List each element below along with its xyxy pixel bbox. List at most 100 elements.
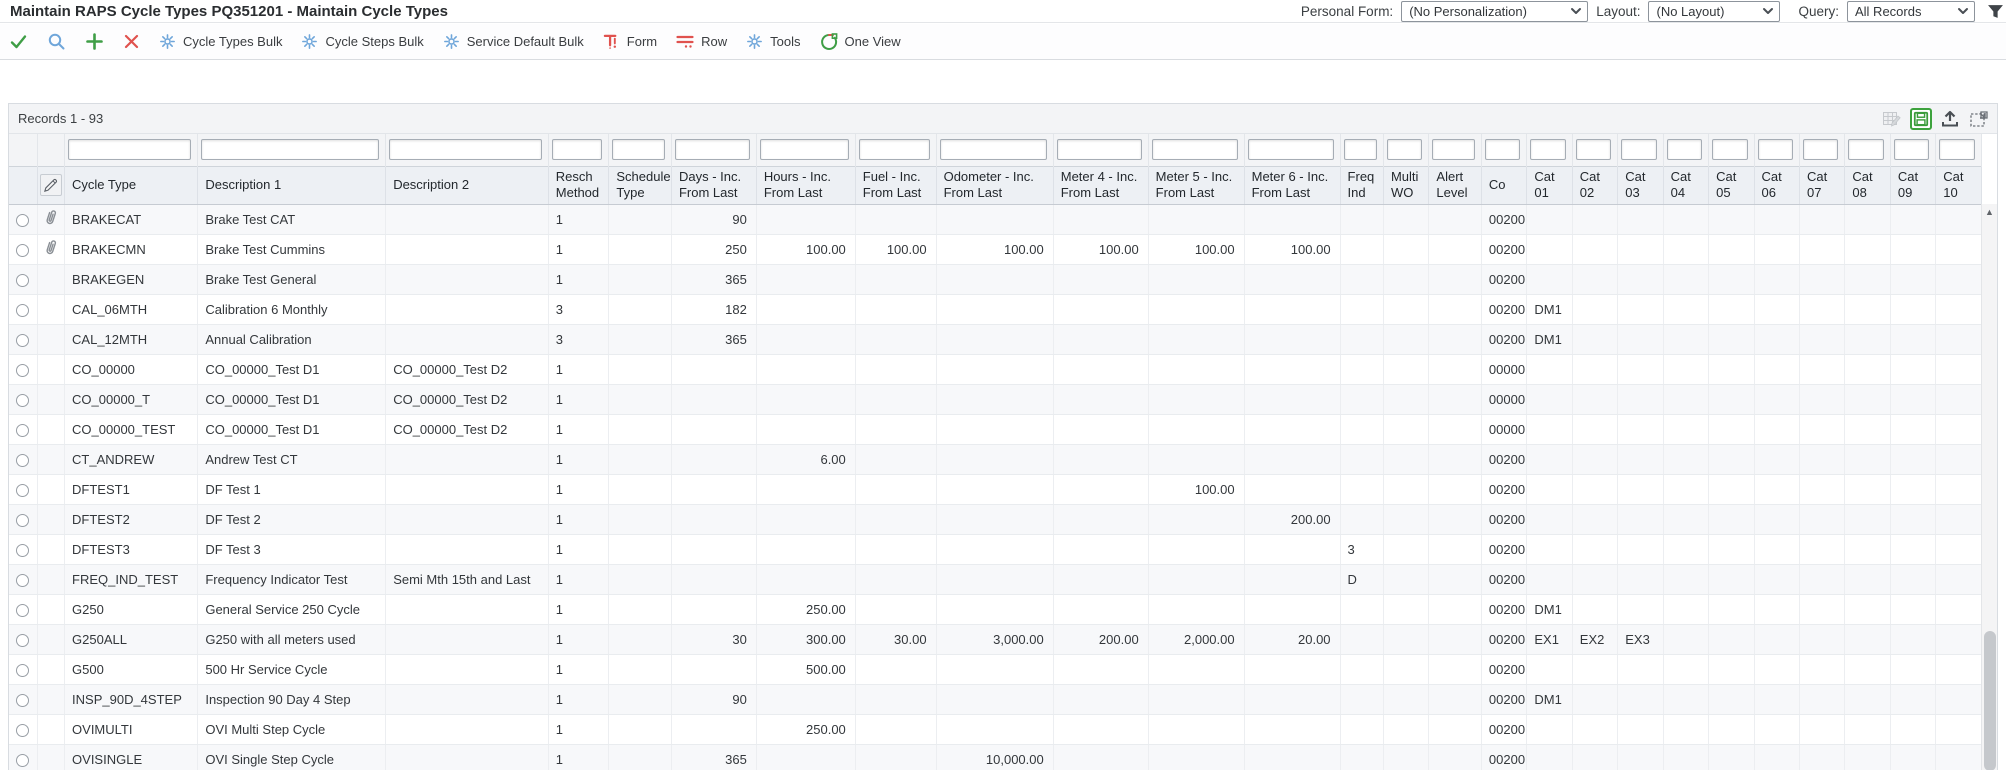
- cell-cat05: [1709, 324, 1754, 354]
- col-header-resch[interactable]: Resch Method: [548, 166, 609, 204]
- one-view-menu-button[interactable]: One View: [820, 33, 901, 51]
- delete-button[interactable]: [123, 33, 140, 50]
- row-select-radio[interactable]: [16, 484, 29, 497]
- ok-button[interactable]: [9, 32, 28, 51]
- col-header-desc2[interactable]: Description 2: [386, 166, 549, 204]
- qbe-filter-hours[interactable]: [760, 139, 849, 160]
- col-header-cat03[interactable]: Cat 03: [1618, 166, 1663, 204]
- col-header-co[interactable]: Co: [1481, 166, 1526, 204]
- row-menu-button[interactable]: Row: [676, 33, 727, 50]
- qbe-filter-cat06[interactable]: [1758, 139, 1793, 160]
- row-select-radio[interactable]: [16, 274, 29, 287]
- col-header-days[interactable]: Days - Inc. From Last: [671, 166, 756, 204]
- qbe-filter-multi[interactable]: [1387, 139, 1422, 160]
- qbe-filter-desc1[interactable]: [201, 139, 379, 160]
- attachment-icon[interactable]: [44, 239, 58, 256]
- cycle-steps-bulk-button[interactable]: Cycle Steps Bulk: [301, 33, 423, 50]
- col-header-fuel[interactable]: Fuel - Inc. From Last: [855, 166, 936, 204]
- qbe-filter-sched[interactable]: [612, 139, 665, 160]
- query-filter-icon[interactable]: [1987, 3, 2004, 20]
- scroll-up-arrow[interactable]: ▲: [1982, 204, 1997, 220]
- col-header-sched[interactable]: Schedule Type: [609, 166, 672, 204]
- col-header-cat05[interactable]: Cat 05: [1709, 166, 1754, 204]
- qbe-filter-cat04[interactable]: [1667, 139, 1702, 160]
- cell-co: 00200: [1481, 444, 1526, 474]
- qbe-filter-cat02[interactable]: [1576, 139, 1611, 160]
- col-header-cycle_type[interactable]: Cycle Type: [65, 166, 198, 204]
- col-header-meter6[interactable]: Meter 6 - Inc. From Last: [1244, 166, 1340, 204]
- expand-grid-icon[interactable]: [1968, 108, 1990, 130]
- row-select-radio[interactable]: [16, 574, 29, 587]
- col-header-alert[interactable]: Alert Level: [1429, 166, 1482, 204]
- row-select-radio[interactable]: [16, 364, 29, 377]
- col-header-meter5[interactable]: Meter 5 - Inc. From Last: [1148, 166, 1244, 204]
- qbe-filter-cat05[interactable]: [1712, 139, 1747, 160]
- row-select-radio[interactable]: [16, 634, 29, 647]
- col-header-cat01[interactable]: Cat 01: [1527, 166, 1572, 204]
- personal-form-select[interactable]: (No Personalization): [1401, 1, 1588, 22]
- row-select-radio[interactable]: [16, 544, 29, 557]
- cell-cat09: [1890, 564, 1935, 594]
- cycle-types-bulk-button[interactable]: Cycle Types Bulk: [159, 33, 282, 50]
- import-icon[interactable]: [1939, 108, 1961, 130]
- col-header-cat07[interactable]: Cat 07: [1799, 166, 1844, 204]
- col-header-multi[interactable]: Multi WO: [1383, 166, 1428, 204]
- qbe-filter-cat09[interactable]: [1894, 139, 1929, 160]
- query-select[interactable]: All Records: [1847, 1, 1975, 22]
- vertical-scrollbar[interactable]: ▲: [1981, 204, 1997, 770]
- qbe-filter-meter6[interactable]: [1248, 139, 1334, 160]
- row-select-radio[interactable]: [16, 754, 29, 767]
- row-select-radio[interactable]: [16, 214, 29, 227]
- col-header-meter4[interactable]: Meter 4 - Inc. From Last: [1053, 166, 1148, 204]
- form-menu-button[interactable]: Form: [603, 33, 657, 50]
- col-header-freq[interactable]: Freq Ind: [1340, 166, 1383, 204]
- tools-menu-button[interactable]: Tools: [746, 33, 800, 50]
- qbe-filter-cycle_type[interactable]: [68, 139, 191, 160]
- col-header-cat06[interactable]: Cat 06: [1754, 166, 1799, 204]
- col-header-hours[interactable]: Hours - Inc. From Last: [756, 166, 855, 204]
- qbe-filter-cat08[interactable]: [1848, 139, 1883, 160]
- row-select-radio[interactable]: [16, 334, 29, 347]
- row-select-radio[interactable]: [16, 694, 29, 707]
- row-select-radio[interactable]: [16, 604, 29, 617]
- cell-cycle_type: BRAKECMN: [65, 234, 198, 264]
- qbe-filter-alert[interactable]: [1432, 139, 1475, 160]
- qbe-filter-cat01[interactable]: [1530, 139, 1565, 160]
- row-select-radio[interactable]: [16, 244, 29, 257]
- qbe-filter-fuel[interactable]: [859, 139, 930, 160]
- export-icon[interactable]: [1910, 108, 1932, 130]
- col-header-cat02[interactable]: Cat 02: [1572, 166, 1617, 204]
- qbe-filter-freq[interactable]: [1344, 139, 1377, 160]
- qbe-filter-desc2[interactable]: [389, 139, 542, 160]
- col-header-desc1[interactable]: Description 1: [198, 166, 386, 204]
- service-default-bulk-button[interactable]: Service Default Bulk: [443, 33, 584, 50]
- add-button[interactable]: [85, 32, 104, 51]
- qbe-filter-co[interactable]: [1485, 139, 1520, 160]
- qbe-filter-meter4[interactable]: [1057, 139, 1142, 160]
- cell-cat07: [1799, 294, 1844, 324]
- layout-select[interactable]: (No Layout): [1648, 1, 1780, 22]
- row-select-radio[interactable]: [16, 664, 29, 677]
- row-select-radio[interactable]: [16, 424, 29, 437]
- qbe-filter-cat10[interactable]: [1939, 139, 1975, 160]
- find-button[interactable]: [47, 32, 66, 51]
- col-header-cat04[interactable]: Cat 04: [1663, 166, 1708, 204]
- qbe-filter-cat07[interactable]: [1803, 139, 1838, 160]
- qbe-filter-days[interactable]: [675, 139, 750, 160]
- col-header-cat10[interactable]: Cat 10: [1936, 166, 1982, 204]
- row-select-radio[interactable]: [16, 304, 29, 317]
- row-select-radio[interactable]: [16, 394, 29, 407]
- qbe-filter-meter5[interactable]: [1152, 139, 1238, 160]
- qbe-filter-cat03[interactable]: [1621, 139, 1656, 160]
- col-header-cat09[interactable]: Cat 09: [1890, 166, 1935, 204]
- scrollbar-thumb[interactable]: [1984, 631, 1996, 770]
- col-header-cat08[interactable]: Cat 08: [1845, 166, 1890, 204]
- attachment-icon[interactable]: [44, 209, 58, 226]
- customize-grid-button[interactable]: [40, 174, 62, 196]
- col-header-odometer[interactable]: Odometer - Inc. From Last: [936, 166, 1053, 204]
- qbe-filter-odometer[interactable]: [940, 139, 1047, 160]
- row-select-radio[interactable]: [16, 724, 29, 737]
- row-select-radio[interactable]: [16, 454, 29, 467]
- qbe-filter-resch[interactable]: [552, 139, 603, 160]
- row-select-radio[interactable]: [16, 514, 29, 527]
